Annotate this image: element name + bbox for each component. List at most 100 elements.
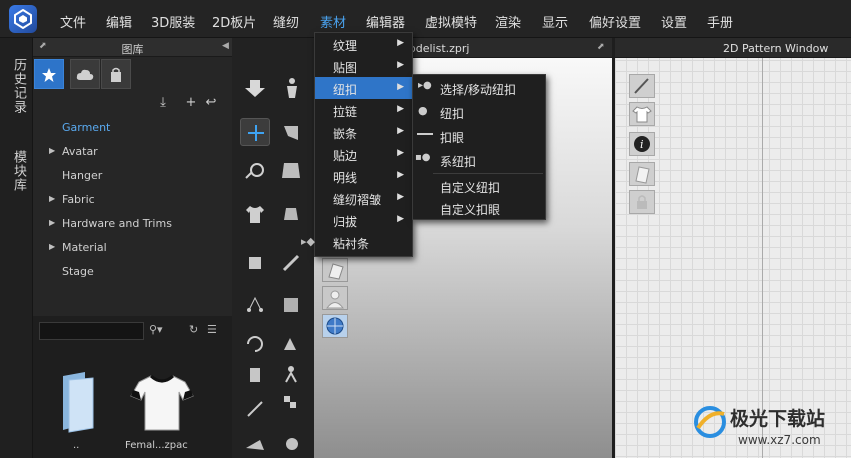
folder-icon[interactable] — [57, 370, 97, 438]
submenu-arrow-icon: ▶ — [397, 82, 404, 92]
rotate-icon[interactable] — [240, 330, 270, 358]
menu-item-topstitch[interactable]: 明线 ▶ — [315, 165, 412, 187]
button-icon: ● — [418, 104, 428, 117]
submenu-arrow-icon: ▶ — [397, 170, 404, 180]
menu-item-label: 纽扣 — [333, 83, 358, 97]
texture-icon[interactable] — [629, 162, 655, 186]
avatar-pose-icon[interactable] — [276, 360, 306, 388]
menu-editor[interactable]: 编辑器 — [366, 12, 405, 31]
tree-item-avatar[interactable]: Avatar — [62, 145, 98, 158]
shirt-view-icon[interactable] — [629, 102, 655, 126]
menu-item-binding[interactable]: 贴边 ▶ — [315, 143, 412, 165]
library-search-input[interactable] — [39, 322, 144, 340]
tree-item-stage[interactable]: Stage — [62, 265, 94, 278]
tree-item-garment[interactable]: Garment — [62, 121, 110, 134]
menu-settings[interactable]: 设置 — [661, 12, 687, 31]
pin-tool-icon[interactable] — [240, 156, 270, 184]
garment-fit-icon[interactable] — [276, 156, 306, 184]
menu-sewing[interactable]: 缝纫 — [273, 12, 299, 31]
menu-2d-pattern[interactable]: 2D板片 — [212, 12, 256, 31]
menu-item-custom-button[interactable]: 自定义纽扣 — [413, 175, 545, 197]
needle-tool-icon[interactable] — [240, 394, 270, 422]
library-panel: ⬈ 图库 ◀ ⤓ + ↩ Garment ▶ Avatar Hanger ▶ F… — [33, 38, 232, 458]
tree-item-fabric[interactable]: Fabric — [62, 193, 95, 206]
tape-icon: ▸◆ — [301, 235, 315, 248]
zipper-tool-icon[interactable] — [240, 360, 270, 388]
menu-file[interactable]: 文件 — [60, 12, 86, 31]
menu-item-fasten-button[interactable]: ▪● 系纽扣 — [413, 149, 545, 171]
edit-points-icon[interactable] — [240, 290, 270, 318]
menu-display[interactable]: 显示 — [542, 12, 568, 31]
menu-3d-garment[interactable]: 3D服装 — [151, 12, 195, 31]
menu-edit[interactable]: 编辑 — [106, 12, 132, 31]
menu-item-button-tool[interactable]: ● 纽扣 — [413, 101, 545, 123]
menu-item-zipper[interactable]: 拉链 ▶ — [315, 99, 412, 121]
watermark-logo-icon — [694, 406, 726, 438]
pattern-2d-window[interactable]: 2D Pattern Window i — [612, 38, 851, 458]
fold-tool-icon[interactable] — [276, 118, 306, 146]
shirt-tool-icon[interactable] — [240, 200, 270, 228]
submenu-arrow-icon: ▶ — [397, 60, 404, 70]
pattern-2d-header: 2D Pattern Window — [615, 38, 851, 58]
tab-history[interactable]: 历史记录 — [9, 58, 28, 114]
download-icon[interactable]: ⤓ — [155, 95, 171, 111]
lock-button-icon: ▪● — [415, 152, 431, 163]
search-icon[interactable]: ⚲▾ — [149, 323, 163, 336]
tshirt-icon[interactable] — [129, 372, 195, 436]
list-view-icon[interactable]: ☰ — [207, 323, 217, 336]
menu-material[interactable]: 素材 — [320, 12, 346, 31]
button-tool-icon[interactable] — [276, 430, 306, 458]
select-move-icon[interactable] — [240, 118, 270, 146]
expand-arrow-icon[interactable]: ▶ — [49, 146, 55, 155]
expand-arrow-icon[interactable]: ▶ — [49, 218, 55, 227]
measure-icon[interactable] — [276, 248, 306, 276]
refresh-icon[interactable]: ↻ — [189, 323, 198, 336]
shoe-tool-icon[interactable] — [240, 430, 270, 458]
menu-item-piping[interactable]: 嵌条 ▶ — [315, 121, 412, 143]
checker-tool-icon[interactable] — [276, 388, 306, 416]
menu-item-buttonhole[interactable]: 扣眼 — [413, 125, 545, 147]
bag-icon[interactable] — [101, 59, 131, 89]
pen-tool-icon[interactable] — [629, 74, 655, 98]
menu-item-fusible-tape[interactable]: ▸◆ 粘衬条 — [301, 231, 412, 253]
avatar-tool-icon[interactable] — [276, 74, 306, 102]
tree-item-hanger[interactable]: Hanger — [62, 169, 102, 182]
avatar-view-icon[interactable] — [322, 286, 348, 310]
texture-view-icon[interactable] — [322, 258, 348, 282]
cloud-icon[interactable] — [70, 59, 100, 89]
menu-item-label: 拉链 — [333, 105, 358, 119]
menu-preferences[interactable]: 偏好设置 — [589, 12, 641, 31]
simulate-icon[interactable] — [240, 74, 270, 102]
menu-item-custom-buttonhole[interactable]: 自定义扣眼 — [413, 197, 545, 219]
menu-item-label: 嵌条 — [333, 127, 358, 141]
menu-manual[interactable]: 手册 — [707, 12, 733, 31]
tack-tool-icon[interactable] — [276, 200, 306, 228]
info-icon[interactable]: i — [629, 132, 655, 156]
fabric-tool-icon[interactable] — [276, 290, 306, 318]
favorites-star-icon[interactable] — [34, 59, 64, 89]
lock-icon[interactable] — [629, 190, 655, 214]
menu-avatar[interactable]: 虚拟模特 — [425, 12, 477, 31]
back-icon[interactable]: ↩ — [203, 95, 219, 111]
menu-item-graphic[interactable]: 贴图 ▶ — [315, 55, 412, 77]
menu-item-shrinkage[interactable]: 归拔 ▶ — [315, 209, 412, 231]
sewing-tool-icon[interactable] — [276, 330, 306, 358]
menu-item-button[interactable]: 纽扣 ▶ — [315, 77, 412, 99]
add-icon[interactable]: + — [183, 95, 199, 111]
menu-item-select-move-button[interactable]: ▸● 选择/移动纽扣 — [413, 77, 545, 99]
menu-render[interactable]: 渲染 — [495, 12, 521, 31]
tree-item-hardware[interactable]: Hardware and Trims — [62, 217, 172, 230]
menu-item-puckering[interactable]: 缝纫褶皱 ▶ — [315, 187, 412, 209]
arrange-icon[interactable] — [240, 248, 270, 276]
tree-item-material[interactable]: Material — [62, 241, 107, 254]
undock-icon[interactable]: ⬈ — [597, 42, 605, 52]
side-tab-strip: 历史记录 模块库 — [0, 38, 33, 458]
tab-modules[interactable]: 模块库 — [9, 150, 28, 192]
globe-icon[interactable] — [322, 314, 348, 338]
collapse-panel-icon[interactable]: ◀ — [222, 41, 229, 51]
expand-arrow-icon[interactable]: ▶ — [49, 194, 55, 203]
expand-arrow-icon[interactable]: ▶ — [49, 242, 55, 251]
menu-item-texture[interactable]: 纹理 ▶ — [315, 33, 412, 55]
app-logo[interactable] — [9, 5, 37, 33]
menu-item-label: 缝纫褶皱 — [333, 193, 382, 207]
